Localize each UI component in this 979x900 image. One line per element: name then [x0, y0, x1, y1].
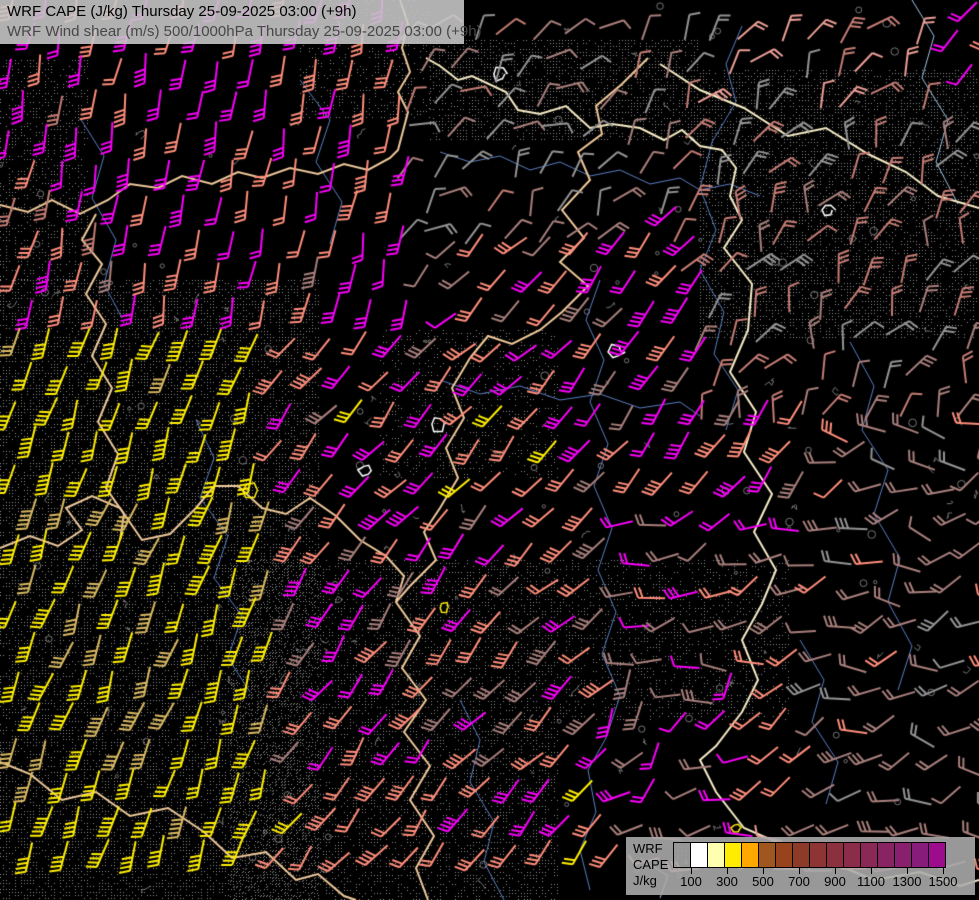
legend-swatch: [673, 842, 691, 868]
legend-swatch: [775, 842, 793, 868]
legend-swatch: [843, 842, 861, 868]
legend-swatch: [826, 842, 844, 868]
legend-swatch: [860, 842, 878, 868]
legend-tick-label: 300: [716, 874, 738, 889]
weather-map-canvas: [0, 0, 979, 900]
legend-title-variable: CAPE: [633, 857, 668, 873]
legend-tick-label: 1500: [929, 874, 958, 889]
legend-swatch: [690, 842, 708, 868]
legend-tick-label: 1300: [893, 874, 922, 889]
cape-legend: WRF CAPE J/kg 100 300 500 700 900 1100 1300 150…: [626, 837, 975, 895]
legend-title: WRF CAPE J/kg: [633, 841, 668, 889]
legend-color-strip: [673, 842, 946, 868]
legend-swatch: [792, 842, 810, 868]
title-line-cape: WRF CAPE (J/kg) Thursday 25-09-2025 03:0…: [7, 2, 457, 22]
title-box: WRF CAPE (J/kg) Thursday 25-09-2025 03:0…: [0, 0, 464, 44]
legend-swatch: [911, 842, 929, 868]
weather-map-page: WRF CAPE (J/kg) Thursday 25-09-2025 03:0…: [0, 0, 979, 900]
legend-swatch: [741, 842, 759, 868]
legend-tick-label: 900: [824, 874, 846, 889]
legend-tick-label: 100: [680, 874, 702, 889]
legend-swatch: [928, 842, 946, 868]
legend-swatch: [877, 842, 895, 868]
legend-tick-label: 1100: [857, 874, 885, 889]
legend-tick-label: 500: [752, 874, 774, 889]
legend-title-model: WRF: [633, 841, 668, 857]
legend-tick-label: 700: [788, 874, 810, 889]
title-line-shear: WRF Wind shear (m/s) 500/1000hPa Thursda…: [7, 22, 457, 42]
legend-swatch: [707, 842, 725, 868]
legend-swatch: [809, 842, 827, 868]
legend-swatch: [724, 842, 742, 868]
legend-swatch: [894, 842, 912, 868]
legend-swatch: [758, 842, 776, 868]
legend-title-units: J/kg: [633, 873, 668, 889]
